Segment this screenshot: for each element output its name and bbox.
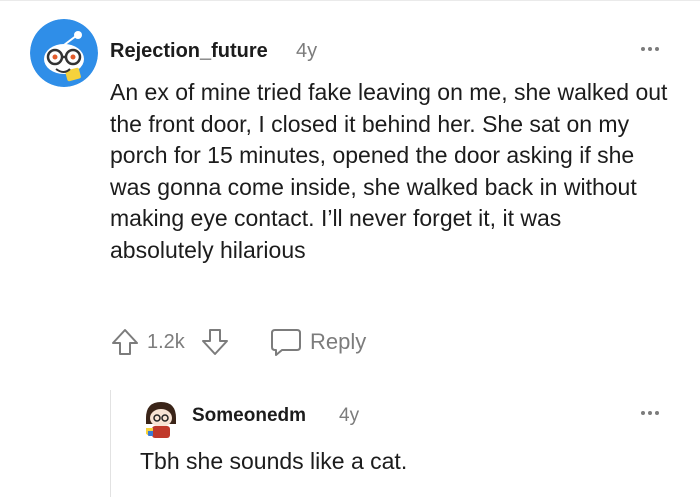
snoo-avatar-icon [30, 19, 98, 87]
comment-more-button[interactable] [641, 47, 659, 51]
vote-score: 1.2k [147, 331, 185, 353]
downvote-arrow-icon [202, 329, 228, 355]
reply-label: Reply [310, 329, 367, 354]
downvote-button[interactable] [200, 327, 230, 357]
upvote-button[interactable] [110, 327, 140, 357]
top-divider [0, 0, 700, 1]
reply-timestamp: 4y [339, 405, 360, 426]
comment-timestamp: 4y [296, 40, 318, 62]
reply-username[interactable]: Someonedm [192, 405, 306, 427]
reply-avatar[interactable] [140, 398, 182, 440]
reply-body: Tbh she sounds like a cat. [140, 448, 408, 474]
upvote-arrow-icon [112, 329, 138, 355]
comment-body: An ex of mine tried fake leaving on me, … [110, 79, 668, 263]
reply-more-button[interactable] [641, 411, 659, 415]
more-dots-icon [641, 47, 645, 51]
user-avatar[interactable] [30, 19, 98, 87]
speech-bubble-icon [271, 329, 301, 356]
more-dots-icon [641, 411, 645, 415]
reply-button[interactable]: Reply [270, 327, 366, 357]
thread-line [110, 390, 111, 497]
comment-username[interactable]: Rejection_future [110, 40, 268, 63]
comment-thread: Rejection_future 4y An ex of mine tried … [0, 0, 700, 497]
snoo-avatar-icon [140, 398, 182, 440]
